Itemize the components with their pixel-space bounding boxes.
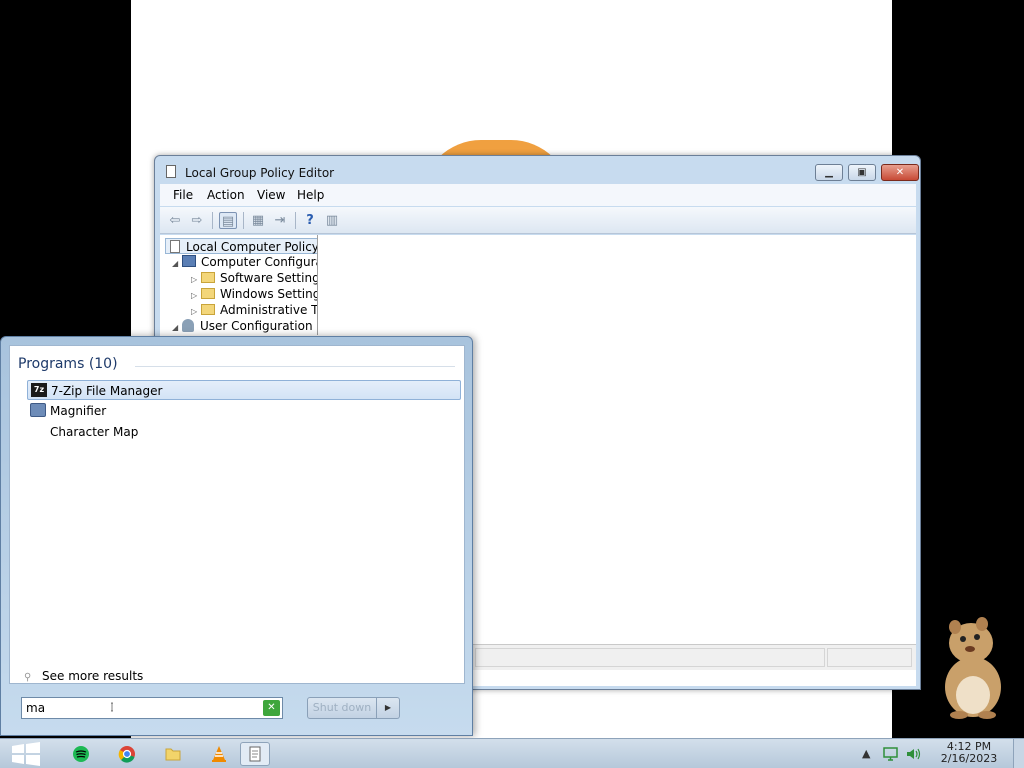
shutdown-button[interactable]: Shut down [307, 697, 377, 719]
tree-pane: Local Computer Policy ◢ Computer Configur… [165, 235, 318, 335]
magnifier-icon [30, 403, 46, 417]
toolbar-separator [212, 212, 213, 229]
tree-item-administrative-templates[interactable]: ▷ Administrative Te [191, 302, 318, 318]
result-magnifier[interactable]: Magnifier [27, 401, 461, 421]
character-map-icon [30, 424, 46, 438]
user-icon [182, 319, 194, 332]
spotify-icon[interactable] [66, 742, 96, 766]
tree-item-label: Administrative Te [220, 303, 318, 317]
show-hide-tree-icon[interactable]: ▤ [219, 212, 237, 229]
system-clock[interactable]: 4:12 PM 2/16/2023 [936, 741, 1002, 765]
toolbar-separator [243, 212, 244, 229]
tree-item-software-settings[interactable]: ▷ Software Setting [191, 270, 318, 286]
policy-document-icon [249, 746, 261, 762]
tree-item-label: User Configuration [200, 319, 313, 333]
chrome-icon[interactable] [112, 742, 142, 766]
menu-action[interactable]: Action [207, 188, 245, 202]
title-bar[interactable]: Local Group Policy Editor ▁ ▣ ✕ [155, 156, 920, 184]
properties-icon[interactable]: ▦ [249, 212, 267, 229]
tree-item-label: Local Computer Policy [186, 240, 318, 254]
collapse-triangle-icon[interactable]: ◢ [172, 256, 182, 272]
search-icon: ⚲ [24, 672, 32, 683]
search-input[interactable] [26, 700, 256, 716]
programs-header: Programs (10) [18, 356, 118, 372]
close-button[interactable]: ✕ [881, 164, 919, 181]
policy-document-icon [166, 165, 176, 178]
clock-date: 2/16/2023 [940, 752, 998, 765]
windows-start-icon[interactable] [8, 739, 44, 768]
window-title: Local Group Policy Editor [185, 166, 335, 180]
show-hidden-icons-arrow-icon[interactable]: ▲ [862, 747, 870, 760]
vlc-icon[interactable] [204, 742, 234, 766]
policy-document-icon [170, 240, 180, 253]
tree-item-label: Computer Configura [201, 255, 318, 269]
maximize-button[interactable]: ▣ [848, 164, 876, 181]
result-7zip-file-manager[interactable]: 7z 7-Zip File Manager [27, 380, 461, 400]
tree-item-windows-settings[interactable]: ▷ Windows Setting [191, 286, 318, 302]
network-icon[interactable] [882, 746, 900, 762]
7zip-icon: 7z [31, 383, 47, 397]
menu-file[interactable]: File [173, 188, 193, 202]
search-results-panel: Programs (10) 7z 7-Zip File Manager Magn… [9, 345, 465, 684]
menu-view[interactable]: View [257, 188, 285, 202]
file-explorer-icon[interactable] [158, 742, 188, 766]
hamster-mascot-icon [945, 617, 1001, 719]
help-icon[interactable]: ? [301, 212, 319, 229]
search-field[interactable]: ✕ [21, 697, 283, 719]
shutdown-options-arrow-icon[interactable]: ▶ [377, 697, 400, 719]
minimize-button[interactable]: ▁ [815, 164, 843, 181]
collapse-triangle-icon[interactable]: ◢ [172, 320, 182, 335]
folder-icon [201, 304, 215, 315]
result-label: Magnifier [50, 404, 107, 418]
tree-item-local-computer-policy[interactable]: Local Computer Policy [165, 238, 318, 254]
status-cell [475, 648, 825, 667]
start-menu: Programs (10) 7z 7-Zip File Manager Magn… [0, 336, 473, 736]
menu-bar: File Action View Help [160, 184, 916, 206]
see-more-label: See more results [42, 669, 144, 683]
header-divider [135, 366, 455, 367]
menu-help[interactable]: Help [297, 188, 324, 202]
volume-icon[interactable] [905, 746, 923, 762]
result-character-map[interactable]: Character Map [27, 422, 461, 442]
text-cursor-icon [111, 702, 113, 712]
back-arrow-icon[interactable]: ⇦ [166, 212, 184, 229]
pane-divider[interactable] [317, 235, 318, 335]
result-label: 7-Zip File Manager [51, 384, 163, 398]
status-cell [827, 648, 912, 667]
tree-item-user-configuration[interactable]: ◢ User Configuration [172, 318, 313, 334]
export-list-icon[interactable]: ⇥ [271, 212, 289, 229]
see-more-results-link[interactable]: ⚲ See more results [24, 669, 143, 683]
computer-icon [182, 255, 196, 267]
filter-options-icon[interactable]: ▥ [323, 212, 341, 229]
taskbar-group-policy-editor[interactable] [240, 742, 270, 766]
tree-item-computer-configuration[interactable]: ◢ Computer Configura [172, 254, 318, 270]
tree-item-label: Windows Setting [220, 287, 318, 301]
clear-search-icon[interactable]: ✕ [263, 700, 280, 716]
toolbar-separator [295, 212, 296, 229]
tree-item-label: Software Setting [220, 271, 318, 285]
result-label: Character Map [50, 425, 139, 439]
forward-arrow-icon[interactable]: ⇨ [188, 212, 206, 229]
taskbar: ▲ 4:12 PM 2/16/2023 [0, 738, 1024, 768]
show-desktop-button[interactable] [1013, 739, 1024, 768]
folder-icon [201, 288, 215, 299]
toolbar: ⇦ ⇨ ▤ ▦ ⇥ ? ▥ [160, 207, 916, 234]
folder-icon [201, 272, 215, 283]
